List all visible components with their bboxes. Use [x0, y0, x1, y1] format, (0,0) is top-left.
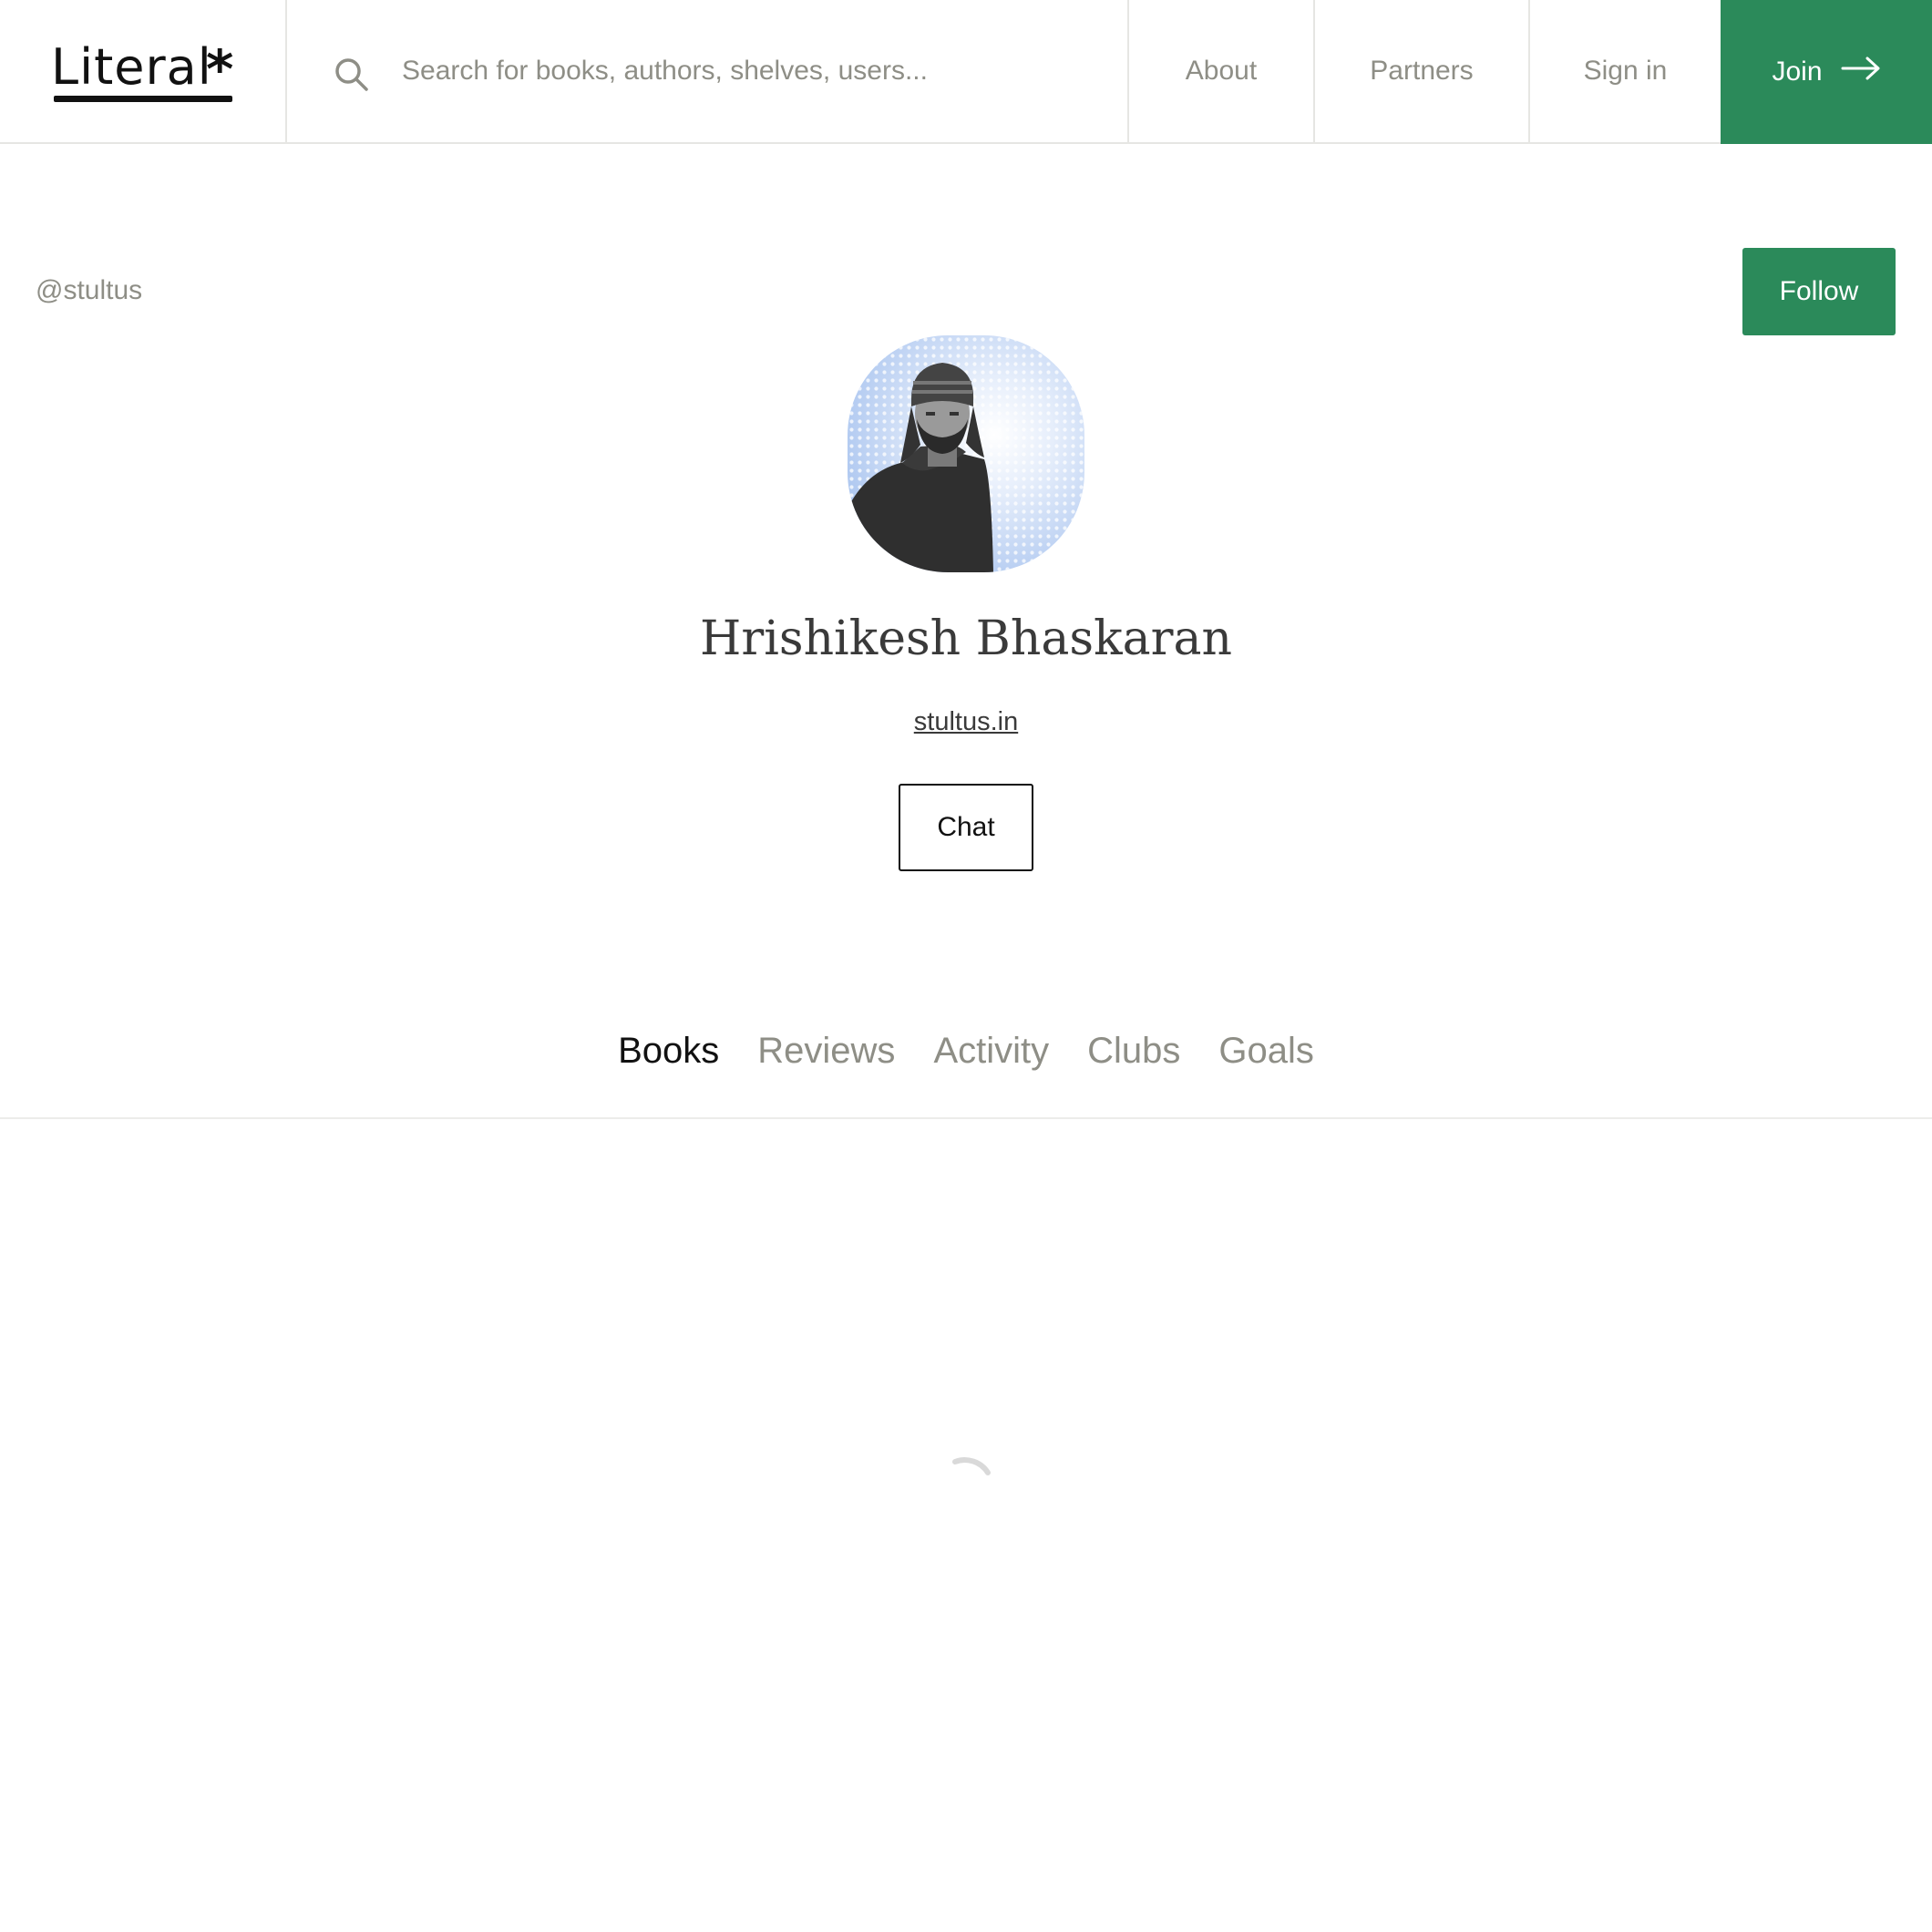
search-input[interactable] [402, 46, 1094, 97]
join-button[interactable]: Join [1721, 0, 1932, 144]
search-icon [334, 57, 370, 98]
tab-goals[interactable]: Goals [1218, 1023, 1314, 1079]
profile-username: @stultus [36, 275, 143, 305]
tab-reviews[interactable]: Reviews [757, 1023, 895, 1079]
search-bar [287, 0, 1129, 142]
loading-spinner-icon [948, 1454, 999, 1506]
tab-activity[interactable]: Activity [933, 1023, 1049, 1079]
logo-underline [54, 96, 232, 102]
logo-asterisk: * [206, 38, 234, 100]
avatar [848, 335, 1084, 572]
top-navigation-bar: Literal * About Partners Sign in Join [0, 0, 1932, 144]
logo-wordmark: Literal [51, 38, 212, 96]
follow-button[interactable]: Follow [1742, 248, 1896, 335]
tabs-divider [0, 1117, 1932, 1119]
profile-website-link-row: stultus.in [0, 704, 1932, 740]
chat-button[interactable]: Chat [899, 784, 1033, 871]
tab-books[interactable]: Books [618, 1023, 719, 1079]
logo[interactable]: Literal * [0, 0, 287, 142]
nav-partners-link[interactable]: Partners [1315, 0, 1530, 142]
profile-name: Hrishikesh Bhaskaran [700, 611, 1232, 666]
join-button-label: Join [1772, 57, 1823, 87]
nav-about-link[interactable]: About [1129, 0, 1315, 142]
profile-website-link[interactable]: stultus.in [914, 707, 1018, 736]
arrow-right-icon [1841, 57, 1881, 87]
tab-clubs[interactable]: Clubs [1087, 1023, 1180, 1079]
profile-tabs: Books Reviews Activity Clubs Goals [0, 1023, 1932, 1079]
nav-sign-in-link[interactable]: Sign in [1530, 0, 1721, 142]
